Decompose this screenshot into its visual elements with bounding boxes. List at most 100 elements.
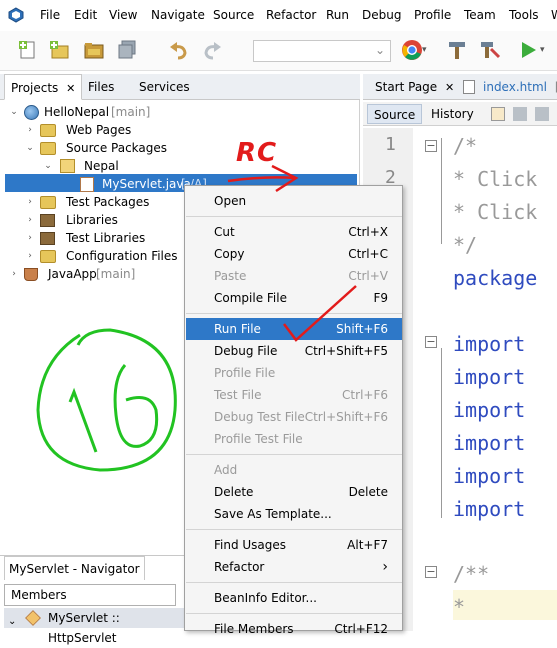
menu-edit[interactable]: Edit bbox=[74, 8, 97, 22]
tab-start-page[interactable]: Start Page ✕ bbox=[369, 74, 460, 100]
tab-index-html[interactable]: index.html [-/ bbox=[459, 74, 557, 100]
chevron-right-icon[interactable]: › bbox=[24, 250, 36, 262]
open-project-icon[interactable] bbox=[83, 39, 105, 61]
menu-file[interactable]: File bbox=[40, 8, 60, 22]
menu-item-compile-file[interactable]: Compile File F9 bbox=[186, 287, 402, 309]
fold-toggle-icon[interactable]: − bbox=[425, 140, 437, 152]
redo-icon[interactable] bbox=[201, 39, 223, 61]
menu-source[interactable]: Source bbox=[213, 8, 254, 22]
navigator-combo-value: Members bbox=[11, 588, 67, 602]
menu-debug[interactable]: Debug bbox=[362, 8, 401, 22]
tree-item-label: Source Packages bbox=[66, 141, 168, 155]
code-line: import bbox=[453, 431, 526, 455]
menu-tools[interactable]: Tools bbox=[509, 8, 539, 22]
chevron-down-icon[interactable]: ▾ bbox=[538, 39, 557, 61]
navigator-row[interactable]: ⌄ MyServlet :: HttpServlet bbox=[4, 608, 184, 645]
tree-item-suffix: [main] bbox=[111, 105, 151, 119]
menu-item-copy[interactable]: Copy Ctrl+C bbox=[186, 243, 402, 265]
tree-item-label: Web Pages bbox=[66, 123, 132, 137]
menu-separator bbox=[186, 216, 402, 217]
package-icon bbox=[60, 159, 75, 173]
build-icon[interactable] bbox=[479, 39, 501, 61]
menu-view[interactable]: View bbox=[109, 8, 137, 22]
menubar: File Edit View Navigate Source Refactor … bbox=[0, 0, 557, 31]
menu-navigate[interactable]: Navigate bbox=[151, 8, 205, 22]
close-icon[interactable]: ✕ bbox=[66, 82, 75, 95]
fold-guide bbox=[441, 138, 442, 244]
menu-profile[interactable]: Profile bbox=[414, 8, 451, 22]
library-icon bbox=[40, 232, 55, 245]
toolbar: ⌄ ▾ ▾ bbox=[0, 31, 557, 71]
forward-icon[interactable] bbox=[535, 107, 549, 121]
tree-item-label: HelloNepal bbox=[44, 105, 110, 119]
tab-files[interactable]: Files bbox=[82, 74, 120, 100]
menu-separator bbox=[186, 454, 402, 455]
code-line: package bbox=[453, 266, 538, 290]
menu-run[interactable]: Run bbox=[326, 8, 349, 22]
tree-item-label: Nepal bbox=[84, 159, 119, 173]
navigator-filter-combo[interactable]: Members bbox=[4, 584, 176, 606]
chevron-down-icon: ⌄ bbox=[8, 616, 17, 627]
chevron-right-icon[interactable]: › bbox=[24, 196, 36, 208]
code-line: import bbox=[453, 332, 526, 356]
menu-item-delete[interactable]: Delete Delete bbox=[186, 481, 402, 503]
close-icon[interactable]: ✕ bbox=[445, 81, 454, 94]
html-file-icon bbox=[463, 80, 475, 94]
tree-item-label: Configuration Files bbox=[66, 249, 178, 263]
editor-tabbar: Start Page ✕ index.html [-/ bbox=[363, 74, 557, 100]
menu-item-run-file[interactable]: Run File Shift+F6 bbox=[186, 318, 402, 340]
chevron-down-icon[interactable]: ⌄ bbox=[8, 106, 20, 118]
rc-annotation-label: RC bbox=[236, 138, 278, 168]
tree-item-label: JavaApp bbox=[48, 267, 97, 281]
new-project-icon[interactable] bbox=[49, 39, 71, 61]
run-icon[interactable] bbox=[517, 39, 539, 61]
menu-item-open[interactable]: Open bbox=[186, 190, 402, 212]
menu-window[interactable]: W bbox=[551, 8, 557, 22]
code-line: */ bbox=[453, 233, 478, 257]
chevron-down-icon: ⌄ bbox=[374, 43, 385, 57]
back-icon[interactable] bbox=[513, 107, 527, 121]
fold-toggle-icon[interactable]: − bbox=[425, 336, 437, 348]
library-icon bbox=[40, 214, 55, 227]
chevron-right-icon[interactable]: › bbox=[24, 124, 36, 136]
chevron-down-icon[interactable]: ▾ bbox=[420, 39, 442, 61]
menu-item-refactor[interactable]: Refactor › bbox=[186, 556, 402, 578]
history-tab[interactable]: History bbox=[425, 104, 480, 124]
chevron-right-icon[interactable]: › bbox=[8, 268, 20, 280]
navigator-title[interactable]: MyServlet - Navigator bbox=[4, 556, 145, 580]
menu-team[interactable]: Team bbox=[464, 8, 496, 22]
config-combo[interactable]: ⌄ bbox=[253, 40, 391, 62]
editor-subtoolbar: Source History bbox=[363, 102, 557, 126]
last-edit-icon[interactable] bbox=[491, 107, 505, 121]
code-line: /** bbox=[453, 562, 490, 586]
projects-tabbar: Projects ✕ Files Services bbox=[0, 74, 360, 100]
menu-item-debug-file[interactable]: Debug File Ctrl+Shift+F5 bbox=[186, 340, 402, 362]
tab-projects[interactable]: Projects ✕ bbox=[4, 74, 83, 100]
source-tab[interactable]: Source bbox=[367, 104, 423, 124]
tab-services[interactable]: Services bbox=[133, 74, 196, 100]
chevron-right-icon[interactable]: › bbox=[24, 214, 36, 226]
menu-item-cut[interactable]: Cut Ctrl+X bbox=[186, 221, 402, 243]
undo-icon[interactable] bbox=[168, 39, 190, 61]
web-project-icon bbox=[24, 105, 39, 120]
menu-separator bbox=[186, 529, 402, 530]
code-line: * Click bbox=[453, 167, 538, 191]
menu-item-file-members[interactable]: File Members Ctrl+F12 bbox=[186, 618, 402, 640]
folder-icon bbox=[40, 196, 56, 209]
save-all-icon[interactable] bbox=[116, 39, 138, 61]
chevron-down-icon[interactable]: ⌄ bbox=[24, 142, 36, 154]
menu-item-beaninfo-editor[interactable]: BeanInfo Editor... bbox=[186, 587, 402, 609]
navigator-panel: MyServlet - Navigator Members ⌄ MyServle… bbox=[0, 555, 184, 645]
menu-refactor[interactable]: Refactor bbox=[266, 8, 316, 22]
menu-item-save-as-template[interactable]: Save As Template... bbox=[186, 503, 402, 525]
tree-item-suffix: [main] bbox=[96, 267, 136, 281]
menu-item-find-usages[interactable]: Find Usages Alt+F7 bbox=[186, 534, 402, 556]
chevron-down-icon[interactable]: ⌄ bbox=[42, 160, 54, 172]
new-file-icon[interactable] bbox=[17, 39, 39, 61]
clean-build-icon[interactable] bbox=[446, 39, 468, 61]
tree-item-label: Test Packages bbox=[66, 195, 150, 209]
folder-icon bbox=[40, 124, 56, 137]
chevron-right-icon[interactable]: › bbox=[24, 232, 36, 244]
fold-toggle-icon[interactable]: − bbox=[425, 566, 437, 578]
menu-separator bbox=[186, 313, 402, 314]
